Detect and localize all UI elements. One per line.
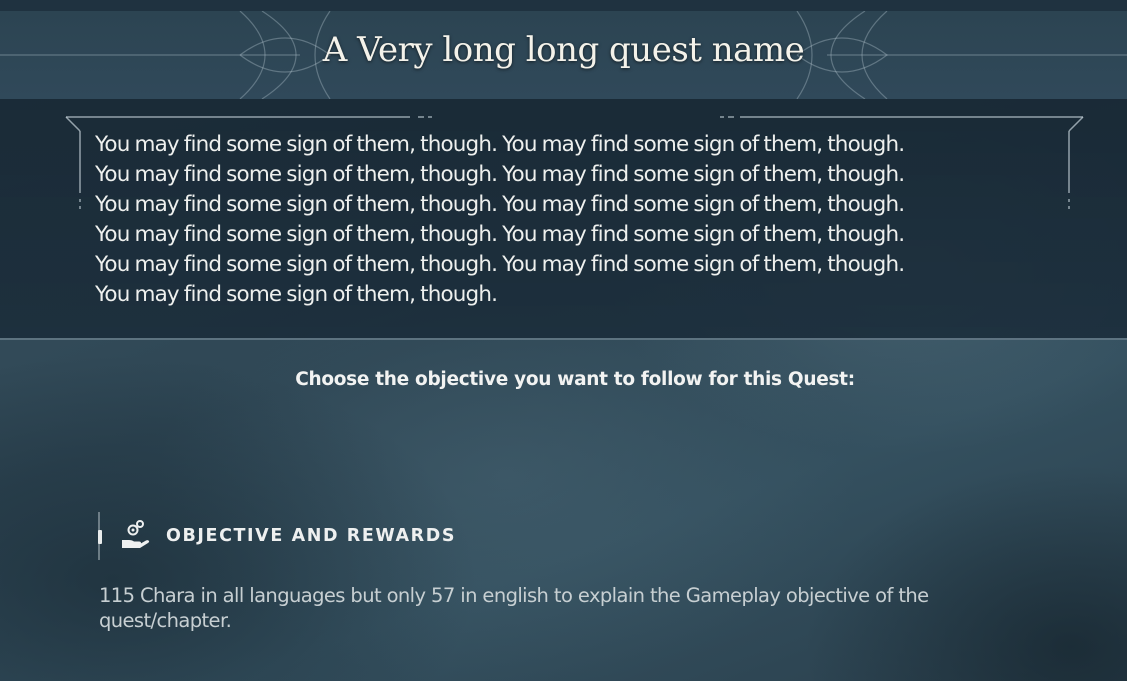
top-strip — [0, 0, 1127, 11]
objective-section-label: OBJECTIVE AND REWARDS — [166, 526, 457, 546]
objective-and-rewards-header[interactable]: OBJECTIVE AND REWARDS — [98, 512, 598, 562]
objective-prompt: Choose the objective you want to follow … — [295, 369, 855, 390]
objective-description: 115 Chara in all languages but only 57 i… — [99, 584, 929, 632]
objective-indicator-marker — [98, 530, 102, 544]
quest-description-text: You may find some sign of them, though. … — [95, 132, 905, 307]
quest-title: A Very long long quest name — [322, 30, 805, 70]
hand-coins-icon — [122, 520, 150, 548]
